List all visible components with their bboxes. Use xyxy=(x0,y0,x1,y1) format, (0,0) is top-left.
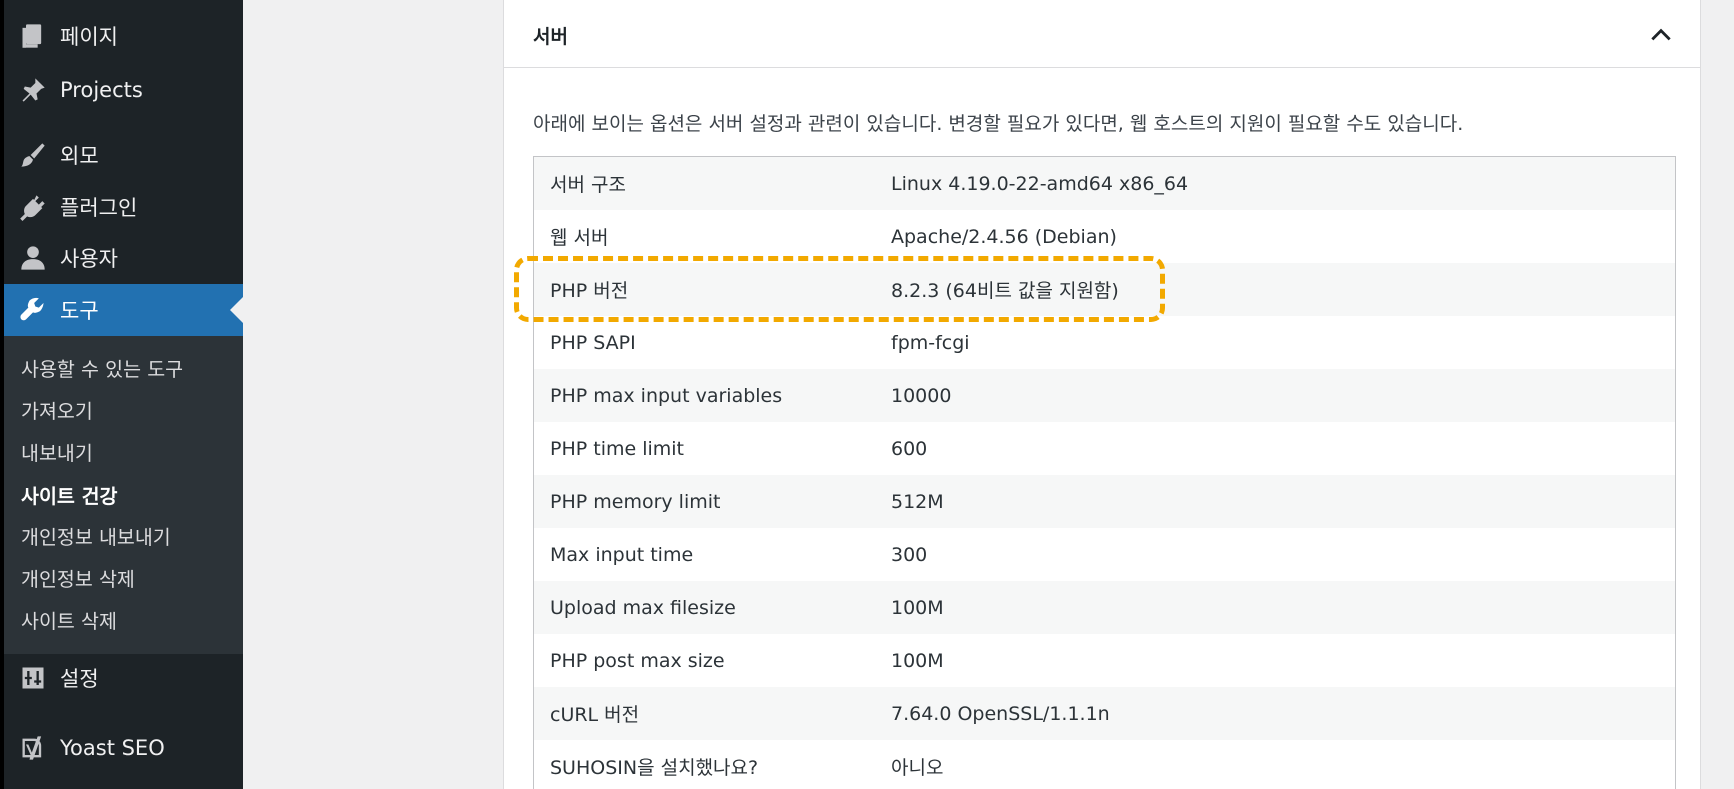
menu-label: 플러그인 xyxy=(60,196,138,220)
row-value: 아니오 xyxy=(891,757,944,779)
row-label: 서버 구조 xyxy=(550,174,626,196)
table-row-php-version: PHP 버전 8.2.3 (64비트 값을 지원함) xyxy=(534,263,1675,316)
table-row: PHP memory limit 512M xyxy=(534,475,1675,528)
table-row: PHP post max size 100M xyxy=(534,634,1675,687)
table-row: cURL 버전 7.64.0 OpenSSL/1.1.1n xyxy=(534,687,1675,740)
menu-label: 외모 xyxy=(60,144,99,168)
section-title: 서버 xyxy=(533,26,568,48)
row-label: SUHOSIN을 설치했나요? xyxy=(550,757,759,779)
section-description: 아래에 보이는 옵션은 서버 설정과 관련이 있습니다. 변경할 필요가 있다면… xyxy=(533,113,1464,135)
menu-item-settings[interactable]: 설정 xyxy=(4,656,243,700)
submenu-delete-site[interactable]: 사이트 삭제 xyxy=(21,605,117,634)
row-label: cURL 버전 xyxy=(550,704,640,726)
row-label: PHP time limit xyxy=(550,437,685,460)
menu-label: 도구 xyxy=(60,299,99,323)
menu-label: Yoast SEO xyxy=(60,736,165,760)
admin-sidebar: 페이지 Projects 외모 플러그인 사용자 도구 사용할 수 있는 도구 … xyxy=(0,0,243,789)
server-info-table: 서버 구조 Linux 4.19.0-22-amd64 x86_64 웹 서버 … xyxy=(533,156,1676,789)
row-label: PHP 버전 xyxy=(550,280,629,302)
row-value: Apache/2.4.56 (Debian) xyxy=(891,225,1117,248)
plugin-icon xyxy=(18,192,48,222)
row-label: PHP post max size xyxy=(550,649,725,672)
row-value: Linux 4.19.0-22-amd64 x86_64 xyxy=(891,172,1189,195)
table-row: Upload max filesize 100M xyxy=(534,581,1675,634)
table-row: 웹 서버 Apache/2.4.56 (Debian) xyxy=(534,210,1675,263)
menu-label: 설정 xyxy=(60,667,99,691)
table-row: PHP time limit 600 xyxy=(534,422,1675,475)
row-label: 웹 서버 xyxy=(550,227,609,249)
menu-item-yoast[interactable]: Yoast SEO xyxy=(4,726,243,770)
table-row: SUHOSIN을 설치했나요? 아니오 xyxy=(534,740,1675,789)
row-value: 100M xyxy=(891,596,944,619)
menu-label: Projects xyxy=(60,78,143,102)
menu-item-appearance[interactable]: 외모 xyxy=(4,133,243,177)
row-label: PHP max input variables xyxy=(550,384,783,407)
user-icon xyxy=(18,243,48,273)
row-label: PHP SAPI xyxy=(550,331,636,354)
row-label: Upload max filesize xyxy=(550,596,736,619)
pin-icon xyxy=(18,75,48,105)
submenu-site-health[interactable]: 사이트 건강 xyxy=(21,480,118,509)
table-row: PHP max input variables 10000 xyxy=(534,369,1675,422)
menu-item-projects[interactable]: Projects xyxy=(4,68,243,112)
tools-submenu: 사용할 수 있는 도구 가져오기 내보내기 사이트 건강 개인정보 내보내기 개… xyxy=(4,336,243,654)
wrench-icon xyxy=(18,295,48,325)
collapse-toggle-button[interactable] xyxy=(1644,18,1678,52)
row-label: PHP memory limit xyxy=(550,490,721,513)
row-value: 10000 xyxy=(891,384,952,407)
server-info-panel: 서버 아래에 보이는 옵션은 서버 설정과 관련이 있습니다. 변경할 필요가 … xyxy=(503,0,1701,789)
menu-item-users[interactable]: 사용자 xyxy=(4,236,243,280)
row-value: 100M xyxy=(891,649,944,672)
row-value: 600 xyxy=(891,437,928,460)
menu-item-plugins[interactable]: 플러그인 xyxy=(4,185,243,229)
row-label: Max input time xyxy=(550,543,694,566)
table-row: PHP SAPI fpm-fcgi xyxy=(534,316,1675,369)
submenu-available-tools[interactable]: 사용할 수 있는 도구 xyxy=(21,353,183,382)
row-value: 8.2.3 (64비트 값을 지원함) xyxy=(891,280,1119,302)
submenu-export[interactable]: 내보내기 xyxy=(21,437,93,466)
menu-label: 페이지 xyxy=(60,25,118,49)
chevron-up-icon xyxy=(1651,28,1671,41)
submenu-import[interactable]: 가져오기 xyxy=(21,395,93,424)
brush-icon xyxy=(18,140,48,170)
menu-item-tools[interactable]: 도구 xyxy=(4,284,243,336)
menu-label: 사용자 xyxy=(60,247,118,271)
row-value: 300 xyxy=(891,543,928,566)
submenu-erase-personal-data[interactable]: 개인정보 삭제 xyxy=(21,563,135,592)
row-value: 512M xyxy=(891,490,944,513)
row-value: fpm-fcgi xyxy=(891,331,970,354)
submenu-export-personal-data[interactable]: 개인정보 내보내기 xyxy=(21,521,171,550)
table-row: Max input time 300 xyxy=(534,528,1675,581)
section-header[interactable]: 서버 xyxy=(504,0,1700,68)
yoast-icon xyxy=(18,733,48,763)
row-value: 7.64.0 OpenSSL/1.1.1n xyxy=(891,702,1110,725)
settings-icon xyxy=(18,663,48,693)
pages-icon xyxy=(18,21,48,51)
table-row: 서버 구조 Linux 4.19.0-22-amd64 x86_64 xyxy=(534,157,1675,210)
menu-item-pages[interactable]: 페이지 xyxy=(4,14,243,58)
